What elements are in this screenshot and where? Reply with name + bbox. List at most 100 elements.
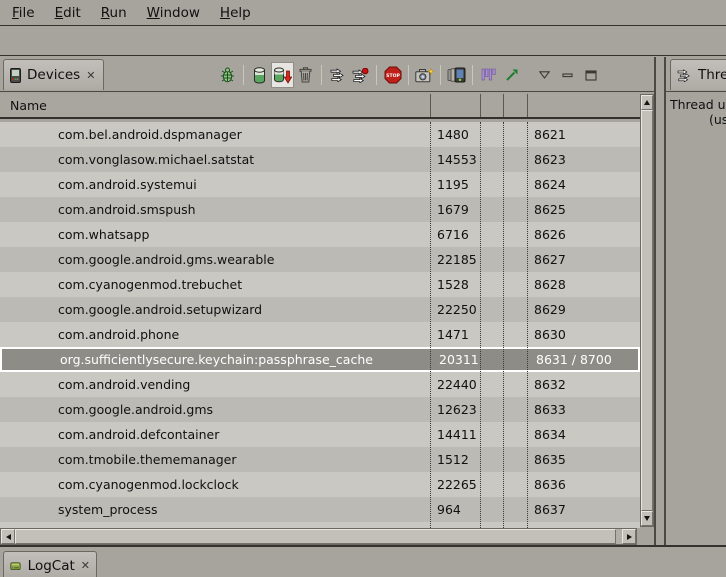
scroll-left-button[interactable] bbox=[1, 529, 15, 544]
menu-edit-key: E bbox=[55, 5, 64, 21]
process-port-cell: 8637 bbox=[527, 502, 640, 517]
menu-window[interactable]: Window bbox=[137, 2, 210, 24]
process-pid-cell: 22265 bbox=[430, 477, 480, 492]
bug-icon bbox=[219, 67, 236, 83]
update-heap-button[interactable] bbox=[248, 62, 271, 88]
debug-attach-button[interactable] bbox=[216, 62, 239, 88]
process-table-row[interactable]: com.bel.android.dspmanager 1480 8621 bbox=[0, 122, 640, 147]
process-port-cell: 8625 bbox=[527, 202, 640, 217]
process-table-row[interactable]: com.whatsapp 6716 8626 bbox=[0, 222, 640, 247]
tab-logcat[interactable]: LogCat ✕ bbox=[3, 551, 97, 577]
menu-file-rest: ile bbox=[19, 5, 35, 21]
menu-help-key: H bbox=[220, 5, 230, 21]
process-table-row[interactable]: com.cyanogenmod.lockclock 22265 8636 bbox=[0, 472, 640, 497]
menu-help[interactable]: Help bbox=[210, 2, 261, 24]
header-divider[interactable] bbox=[480, 94, 481, 117]
tab-logcat-close-icon[interactable]: ✕ bbox=[81, 560, 90, 571]
threads-icon bbox=[677, 69, 692, 82]
process-name-cell: com.android.vending bbox=[0, 377, 430, 392]
process-table-row[interactable]: com.google.android.setupwizard 22250 862… bbox=[0, 297, 640, 322]
process-pid-cell: 22250 bbox=[430, 302, 480, 317]
stop-process-button[interactable]: STOP bbox=[381, 62, 404, 88]
process-table-row[interactable]: org.sufficientlysecure.keychain:passphra… bbox=[0, 347, 640, 372]
method-profiling-button[interactable] bbox=[349, 62, 372, 88]
scroll-down-button[interactable] bbox=[641, 511, 653, 526]
green-diagonal-arrow-icon bbox=[505, 68, 519, 82]
menu-edit[interactable]: Edit bbox=[45, 2, 91, 24]
tab-threads[interactable]: Threads bbox=[670, 59, 726, 90]
process-table-row[interactable]: com.tmobile.thememanager 1512 8635 bbox=[0, 447, 640, 472]
down-arrow-icon bbox=[644, 516, 650, 521]
column-header-name-label: Name bbox=[10, 98, 47, 113]
threads-icon bbox=[330, 68, 346, 82]
process-name-cell: com.whatsapp bbox=[0, 227, 430, 242]
process-table-row[interactable]: com.android.vending 22440 8632 bbox=[0, 372, 640, 397]
process-table-body: com.bel.android.dspmanager 1480 8621 com… bbox=[0, 122, 640, 528]
device-screens-icon bbox=[447, 67, 467, 83]
process-table-row[interactable]: com.vonglasow.michael.satstat 14553 8623 bbox=[0, 147, 640, 172]
process-name-cell: com.bel.android.dspmanager bbox=[0, 127, 430, 142]
start-tracing-button[interactable] bbox=[500, 62, 523, 88]
vertical-scrollbar-thumb[interactable] bbox=[641, 110, 653, 511]
process-pid-cell: 1528 bbox=[430, 277, 480, 292]
header-divider[interactable] bbox=[503, 94, 504, 117]
cause-gc-button[interactable] bbox=[294, 62, 317, 88]
menu-window-key: W bbox=[147, 5, 160, 21]
toolbar-separator bbox=[440, 65, 441, 85]
process-table-row[interactable]: system_process 964 8637 bbox=[0, 497, 640, 522]
process-name-cell: com.vonglasow.michael.satstat bbox=[0, 152, 430, 167]
header-divider[interactable] bbox=[527, 94, 528, 117]
process-table-row[interactable]: com.google.android.gms 12623 8633 bbox=[0, 397, 640, 422]
process-port-cell: 8627 bbox=[527, 252, 640, 267]
dump-hprof-button[interactable] bbox=[271, 62, 294, 88]
svg-text:STOP: STOP bbox=[386, 73, 400, 79]
toolbar-separator bbox=[321, 65, 322, 85]
process-table-row[interactable]: com.android.phone 1471 8630 bbox=[0, 322, 640, 347]
menu-file-key: F bbox=[12, 5, 19, 21]
process-table-header: Name bbox=[0, 94, 640, 119]
stop-icon: STOP bbox=[384, 66, 402, 84]
tab-devices-label: Devices bbox=[27, 67, 80, 83]
tab-devices[interactable]: Devices ✕ bbox=[3, 59, 104, 90]
process-port-cell: 8636 bbox=[527, 477, 640, 492]
scroll-up-button[interactable] bbox=[641, 95, 653, 110]
scroll-right-button[interactable] bbox=[622, 529, 636, 544]
devices-tab-row: Devices ✕ bbox=[0, 57, 654, 92]
minimize-view-button[interactable] bbox=[556, 62, 579, 88]
column-header-name[interactable]: Name bbox=[0, 94, 430, 117]
systrace-columns-icon bbox=[481, 68, 496, 82]
process-port-cell: 8630 bbox=[527, 327, 640, 342]
threads-view: Threads Thread updates not enabled for s… bbox=[664, 57, 726, 545]
screen-capture-button[interactable] bbox=[413, 62, 436, 88]
devices-toolbar: STOP bbox=[216, 60, 602, 90]
method-profiling-icon bbox=[352, 68, 369, 83]
header-divider[interactable] bbox=[430, 94, 431, 117]
menu-file[interactable]: File bbox=[2, 2, 45, 24]
process-pid-cell: 22185 bbox=[430, 252, 480, 267]
maximize-icon bbox=[585, 70, 597, 81]
process-name-cell: com.google.android.gms bbox=[0, 402, 430, 417]
maximize-view-button[interactable] bbox=[579, 62, 602, 88]
trash-icon bbox=[299, 67, 312, 83]
up-arrow-icon bbox=[644, 100, 650, 105]
view-menu-button[interactable] bbox=[533, 62, 556, 88]
process-table-row[interactable]: com.android.systemui 1195 8624 bbox=[0, 172, 640, 197]
systrace-button[interactable] bbox=[477, 62, 500, 88]
horizontal-scrollbar-thumb[interactable] bbox=[15, 529, 616, 544]
device-screens-button[interactable] bbox=[445, 62, 468, 88]
process-port-cell: 8634 bbox=[527, 427, 640, 442]
process-name-cell: com.cyanogenmod.trebuchet bbox=[0, 277, 430, 292]
process-name-cell: com.android.systemui bbox=[0, 177, 430, 192]
tab-devices-close-icon[interactable]: ✕ bbox=[86, 70, 95, 81]
main-toolbar-strip bbox=[0, 27, 726, 56]
process-table-row[interactable]: com.android.smspush 1679 8625 bbox=[0, 197, 640, 222]
menu-run[interactable]: Run bbox=[91, 2, 137, 24]
process-table-row[interactable]: com.android.defcontainer 14411 8634 bbox=[0, 422, 640, 447]
process-port-cell: 8621 bbox=[527, 127, 640, 142]
process-table-row[interactable]: com.cyanogenmod.trebuchet 1528 8628 bbox=[0, 272, 640, 297]
process-table-row[interactable]: com.google.android.gms.wearable 22185 86… bbox=[0, 247, 640, 272]
process-name-cell: com.tmobile.thememanager bbox=[0, 452, 430, 467]
update-threads-button[interactable] bbox=[326, 62, 349, 88]
process-port-cell: 8631 / 8700 bbox=[529, 352, 642, 367]
device-phone-icon bbox=[10, 68, 21, 83]
